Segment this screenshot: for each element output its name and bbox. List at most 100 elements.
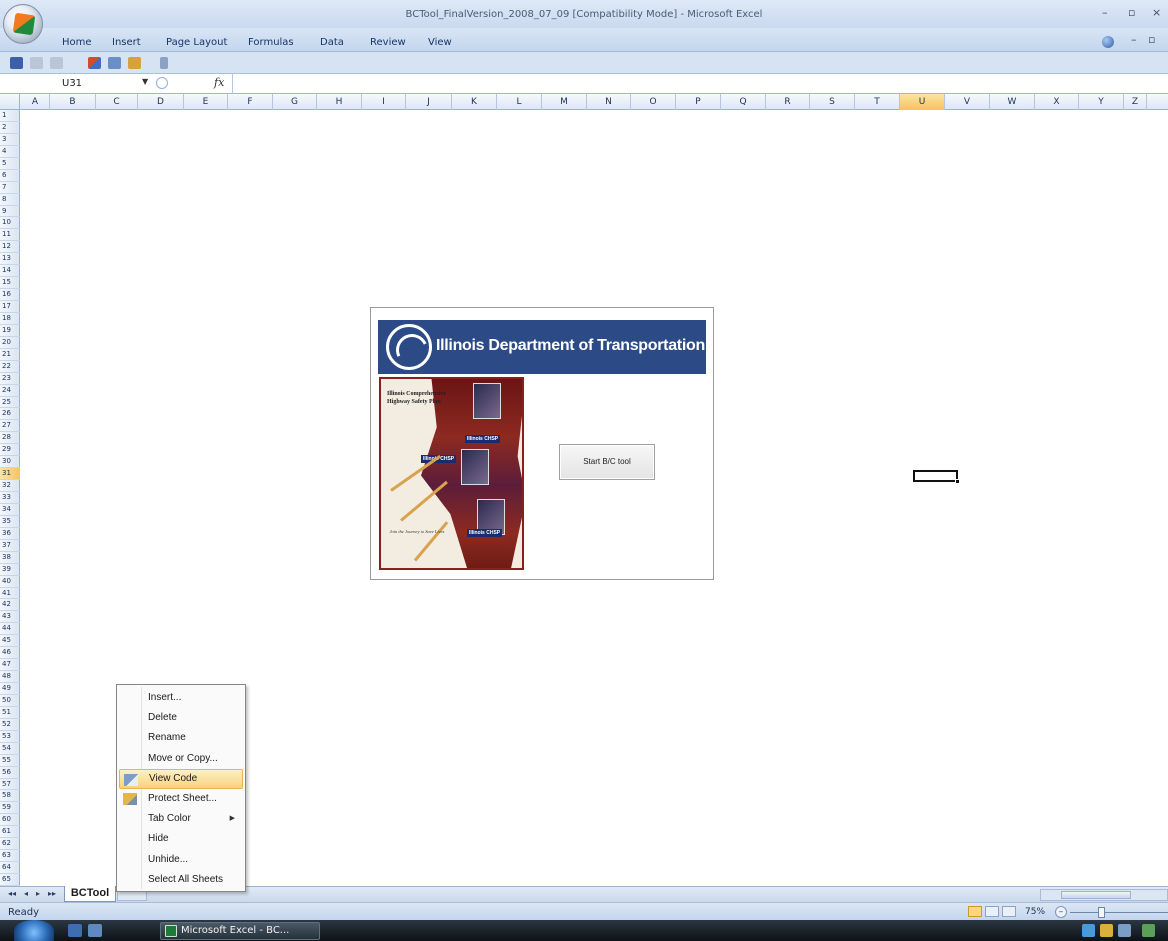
- row-header[interactable]: 43: [0, 611, 20, 624]
- page-break-view-icon[interactable]: [1002, 906, 1016, 917]
- row-header[interactable]: 4: [0, 146, 20, 158]
- row-header[interactable]: 5: [0, 158, 20, 170]
- switch-windows-icon[interactable]: [88, 924, 102, 937]
- row-header[interactable]: 56: [0, 767, 20, 779]
- column-header[interactable]: W: [990, 94, 1035, 110]
- customize-qat-icon[interactable]: [160, 57, 168, 69]
- column-header[interactable]: J: [406, 94, 452, 110]
- zoom-level[interactable]: 75%: [1025, 907, 1045, 917]
- row-header[interactable]: 42: [0, 599, 20, 612]
- menu-item-insert[interactable]: Insert...: [119, 688, 243, 708]
- scroll-thumb[interactable]: [1061, 891, 1131, 899]
- row-header[interactable]: 17: [0, 301, 20, 313]
- row-header[interactable]: 37: [0, 540, 20, 552]
- menu-item-select-all-sheets[interactable]: Select All Sheets: [119, 870, 243, 890]
- normal-view-icon[interactable]: [968, 906, 982, 917]
- column-header[interactable]: D: [138, 94, 184, 110]
- row-header[interactable]: 24: [0, 385, 20, 397]
- menu-item-rename[interactable]: Rename: [119, 728, 243, 748]
- column-header[interactable]: M: [542, 94, 587, 110]
- row-header[interactable]: 22: [0, 361, 20, 373]
- tab-data[interactable]: Data: [320, 37, 344, 48]
- column-header[interactable]: I: [362, 94, 406, 110]
- security-icon[interactable]: [1100, 924, 1113, 937]
- minimize-button[interactable]: –: [1102, 6, 1108, 19]
- next-sheet-icon[interactable]: ▸: [36, 889, 40, 898]
- row-header[interactable]: 7: [0, 182, 20, 194]
- row-header[interactable]: 25: [0, 397, 20, 409]
- insert-function-icon[interactable]: fx: [214, 76, 224, 89]
- column-header[interactable]: G: [273, 94, 317, 110]
- tray-app-icon[interactable]: [1142, 924, 1155, 937]
- row-header[interactable]: 1: [0, 110, 20, 122]
- redo-icon[interactable]: [50, 57, 63, 69]
- row-header[interactable]: 53: [0, 731, 20, 743]
- column-header[interactable]: A: [21, 94, 50, 110]
- formula-input[interactable]: [240, 77, 1140, 91]
- tab-view[interactable]: View: [428, 37, 452, 48]
- last-sheet-icon[interactable]: ▸▸: [48, 889, 56, 898]
- row-header[interactable]: 45: [0, 635, 20, 648]
- row-header[interactable]: 61: [0, 826, 20, 839]
- row-header[interactable]: 19: [0, 325, 20, 337]
- start-button[interactable]: [14, 920, 54, 941]
- column-header[interactable]: Z: [1124, 94, 1147, 110]
- row-header[interactable]: 58: [0, 790, 20, 803]
- fill-handle[interactable]: [955, 479, 960, 484]
- column-header[interactable]: F: [228, 94, 273, 110]
- column-header[interactable]: B: [50, 94, 96, 110]
- row-header[interactable]: 10: [0, 217, 20, 230]
- row-header[interactable]: 15: [0, 277, 20, 290]
- prev-sheet-icon[interactable]: ◂: [24, 889, 28, 898]
- toolbar-icon[interactable]: [108, 57, 121, 69]
- row-header[interactable]: 50: [0, 695, 20, 707]
- column-header[interactable]: U: [900, 94, 945, 110]
- zoom-slider-track[interactable]: [1070, 912, 1168, 913]
- column-header[interactable]: T: [855, 94, 900, 110]
- column-header[interactable]: Q: [721, 94, 766, 110]
- row-header[interactable]: 35: [0, 516, 20, 528]
- column-header[interactable]: N: [587, 94, 631, 110]
- row-header[interactable]: 23: [0, 373, 20, 385]
- select-all-corner[interactable]: [0, 94, 20, 110]
- column-header[interactable]: R: [766, 94, 810, 110]
- row-header[interactable]: 47: [0, 659, 20, 672]
- column-header[interactable]: Y: [1079, 94, 1124, 110]
- row-header[interactable]: 64: [0, 862, 20, 875]
- row-header[interactable]: 8: [0, 194, 20, 206]
- column-header[interactable]: V: [945, 94, 990, 110]
- row-header[interactable]: 44: [0, 623, 20, 636]
- row-header[interactable]: 18: [0, 313, 20, 325]
- row-header[interactable]: 12: [0, 241, 20, 254]
- row-header[interactable]: 6: [0, 170, 20, 182]
- row-header[interactable]: 28: [0, 432, 20, 445]
- start-bc-tool-button[interactable]: Start B/C tool: [559, 444, 655, 480]
- menu-item-delete[interactable]: Delete: [119, 708, 243, 728]
- close-button[interactable]: ×: [1152, 6, 1161, 19]
- zoom-slider-thumb[interactable]: [1098, 907, 1105, 918]
- first-sheet-icon[interactable]: ◂◂: [8, 889, 16, 898]
- row-header[interactable]: 26: [0, 408, 20, 421]
- chevron-down-icon[interactable]: ▼: [142, 77, 148, 86]
- row-header[interactable]: 27: [0, 420, 20, 433]
- column-header[interactable]: P: [676, 94, 721, 110]
- row-header[interactable]: 41: [0, 588, 20, 600]
- row-header[interactable]: 38: [0, 552, 20, 564]
- macro-icon[interactable]: [128, 57, 141, 69]
- row-header[interactable]: 20: [0, 337, 20, 349]
- menu-item-move-or-copy[interactable]: Move or Copy...: [119, 749, 243, 769]
- row-header[interactable]: 29: [0, 444, 20, 457]
- taskbar-excel-button[interactable]: Microsoft Excel - BC...: [160, 922, 320, 940]
- row-header[interactable]: 49: [0, 683, 20, 695]
- row-header[interactable]: 11: [0, 229, 20, 242]
- sheet-tab-bctool[interactable]: BCTool: [64, 886, 116, 902]
- page-layout-view-icon[interactable]: [985, 906, 999, 917]
- row-header[interactable]: 9: [0, 206, 20, 218]
- row-header[interactable]: 39: [0, 564, 20, 576]
- row-header[interactable]: 33: [0, 492, 20, 504]
- row-header[interactable]: 40: [0, 576, 20, 588]
- column-header[interactable]: S: [810, 94, 855, 110]
- show-desktop-icon[interactable]: [68, 924, 82, 937]
- row-header[interactable]: 65: [0, 874, 20, 886]
- row-header[interactable]: 32: [0, 480, 20, 493]
